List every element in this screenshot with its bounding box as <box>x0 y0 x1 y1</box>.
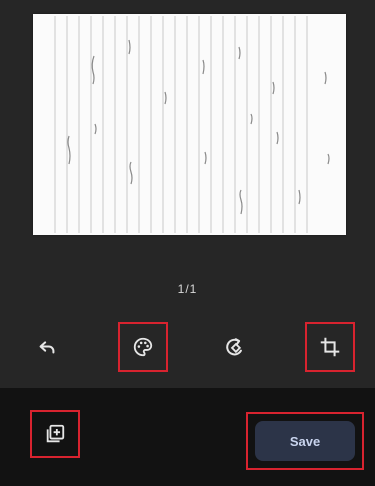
rotate-icon <box>226 338 242 356</box>
add-page-button[interactable] <box>30 410 80 458</box>
rotate-button[interactable] <box>210 322 260 372</box>
save-button[interactable]: Save <box>255 421 355 461</box>
add-page-icon <box>46 424 65 443</box>
save-button-highlight: Save <box>246 412 364 470</box>
scanned-document-page[interactable] <box>33 14 346 235</box>
undo-icon <box>39 341 55 354</box>
scanned-page-image <box>33 14 346 235</box>
document-preview-area: 1/1 <box>0 0 375 388</box>
page-indicator: 1/1 <box>177 282 198 296</box>
crop-icon <box>320 337 340 357</box>
crop-button[interactable] <box>305 322 355 372</box>
scan-editor-screen: 1/1 Save <box>0 0 375 486</box>
undo-button[interactable] <box>22 322 72 372</box>
bottom-action-bar: Save <box>0 388 375 486</box>
palette-icon <box>133 337 153 357</box>
filter-button[interactable] <box>118 322 168 372</box>
